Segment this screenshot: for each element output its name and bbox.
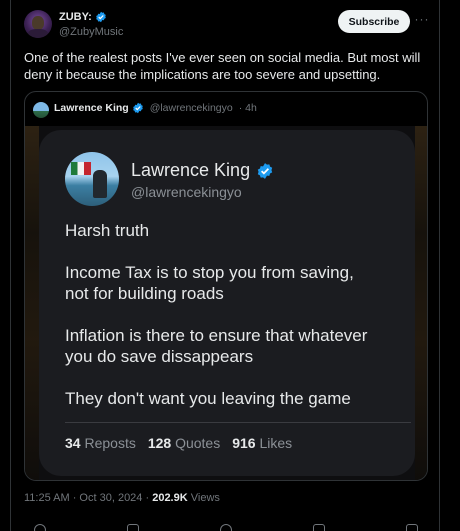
- card-author-name: Lawrence King: [131, 160, 251, 180]
- card-paragraph: They don't want you leaving the game: [65, 389, 351, 408]
- author-name[interactable]: ZUBY:: [59, 11, 92, 23]
- stat-number: 916: [232, 435, 256, 451]
- tweet: ZUBY: @ZubyMusic Subscribe ··· One of th…: [10, 0, 440, 531]
- card-author-handle: @lawrencekingyo: [131, 184, 242, 200]
- share-icon[interactable]: [406, 524, 418, 531]
- quoted-media-image[interactable]: Lawrence King @lawrencekingyo Harsh trut…: [25, 126, 427, 480]
- stat-likes: 916 Likes: [232, 435, 292, 451]
- stat-reposts: 34 Reposts: [65, 435, 136, 451]
- person-shape: [93, 170, 107, 198]
- views-label: Views: [187, 492, 220, 504]
- flag-shape: [71, 162, 91, 175]
- reply-icon[interactable]: [34, 524, 46, 531]
- card-author-avatar: [65, 152, 119, 206]
- like-icon[interactable]: [220, 524, 232, 531]
- media-edge-left: [25, 126, 39, 480]
- repost-icon[interactable]: [127, 524, 139, 531]
- post-timestamp[interactable]: 11:25 AM · Oct 30, 2024 · 202.9K Views: [24, 492, 220, 504]
- stat-label: Reposts: [84, 435, 136, 451]
- screenshot-card: Lawrence King @lawrencekingyo Harsh trut…: [39, 130, 415, 476]
- timestamp-text: 11:25 AM · Oct 30, 2024 ·: [24, 492, 153, 504]
- author-handle[interactable]: @ZubyMusic: [59, 26, 123, 38]
- card-paragraph: Inflation is there to ensure that whatev…: [65, 326, 368, 366]
- tweet-text: One of the realest posts I've ever seen …: [24, 50, 421, 82]
- more-options-icon[interactable]: ···: [413, 12, 431, 30]
- author-avatar[interactable]: [24, 10, 52, 38]
- quoted-tweet[interactable]: Lawrence King @lawrencekingyo · 4h Lawre…: [24, 91, 428, 481]
- verified-badge-icon: [257, 162, 273, 179]
- card-author-row: Lawrence King: [131, 160, 274, 181]
- avatar-face: [32, 16, 44, 30]
- stat-number: 34: [65, 435, 81, 451]
- stat-label: Quotes: [175, 435, 221, 451]
- quoted-author-name[interactable]: Lawrence King: [54, 102, 129, 114]
- quoted-author-row: Lawrence King @lawrencekingyo · 4h: [54, 102, 257, 114]
- author-name-row: ZUBY:: [59, 11, 107, 23]
- quoted-author-avatar[interactable]: [33, 102, 49, 118]
- stat-quotes: 128 Quotes: [148, 435, 220, 451]
- card-body: Harsh truth Income Tax is to stop you fr…: [65, 220, 405, 430]
- stat-label: Likes: [259, 435, 293, 451]
- stat-number: 128: [147, 435, 172, 451]
- quoted-post-age: · 4h: [238, 102, 257, 114]
- verified-badge-icon: [95, 11, 106, 23]
- avatar-body: [28, 29, 48, 38]
- bookmark-icon[interactable]: [313, 524, 325, 531]
- action-bar: [24, 524, 428, 531]
- card-paragraph: Harsh truth: [65, 221, 150, 240]
- card-stats: 34 Reposts 128 Quotes 916 Likes: [65, 435, 292, 451]
- subscribe-button[interactable]: Subscribe: [338, 10, 410, 33]
- card-paragraph: Income Tax is to stop you from saving, n…: [65, 263, 354, 303]
- views-count: 202.9K: [152, 492, 188, 504]
- media-edge-right: [415, 126, 427, 480]
- quoted-author-handle[interactable]: @lawrencekingyo: [150, 102, 233, 114]
- card-divider: [65, 422, 411, 423]
- verified-badge-icon: [132, 102, 143, 114]
